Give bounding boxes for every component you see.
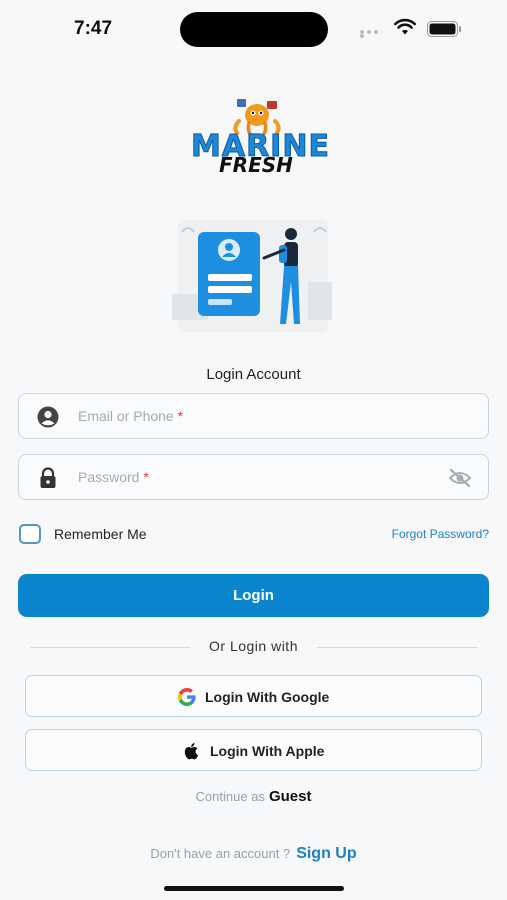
eye-off-icon[interactable] xyxy=(448,468,472,488)
home-indicator xyxy=(164,886,344,891)
user-icon xyxy=(37,406,59,428)
signup-prefix: Don't have an account ? xyxy=(150,846,291,861)
signal-icon xyxy=(360,30,386,38)
login-illustration xyxy=(172,220,332,332)
remember-me[interactable]: Remember Me xyxy=(19,524,179,544)
brand-logo: MARINE FRESH xyxy=(185,95,329,180)
battery-icon xyxy=(427,21,461,37)
signup-link[interactable]: Sign Up xyxy=(296,845,356,862)
guest-link[interactable]: Guest xyxy=(269,788,312,805)
brand-name-line2: FRESH xyxy=(219,153,293,177)
password-placeholder: Password * xyxy=(78,469,149,485)
login-with-apple-button[interactable]: Login With Apple xyxy=(25,729,482,771)
apple-button-label: Login With Apple xyxy=(210,743,325,759)
remember-me-label: Remember Me xyxy=(54,526,147,542)
google-icon xyxy=(178,688,196,706)
login-button[interactable]: Login xyxy=(18,574,489,617)
email-field[interactable]: Email or Phone * xyxy=(18,393,489,439)
guest-prefix: Continue as xyxy=(195,789,265,804)
login-with-google-button[interactable]: Login With Google xyxy=(25,675,482,717)
page-title: Login Account xyxy=(206,366,301,383)
forgot-password-link[interactable]: Forgot Password? xyxy=(392,527,489,541)
status-time: 7:47 xyxy=(74,18,113,39)
remember-me-checkbox[interactable] xyxy=(19,524,41,544)
lock-icon xyxy=(40,467,56,488)
divider-text: Or Login with xyxy=(209,638,298,654)
google-button-label: Login With Google xyxy=(205,689,330,705)
signup-row: Don't have an account ? Sign Up xyxy=(0,845,507,863)
apple-icon xyxy=(184,743,199,760)
continue-as-guest[interactable]: Continue as Guest xyxy=(0,788,507,806)
password-field[interactable]: Password * xyxy=(18,454,489,500)
email-placeholder: Email or Phone * xyxy=(78,408,184,424)
wifi-icon xyxy=(394,18,416,35)
dynamic-island xyxy=(180,12,328,47)
divider-line-right xyxy=(317,647,477,648)
status-bar: 7:47 xyxy=(0,0,507,60)
social-divider: Or Login with xyxy=(30,638,477,656)
